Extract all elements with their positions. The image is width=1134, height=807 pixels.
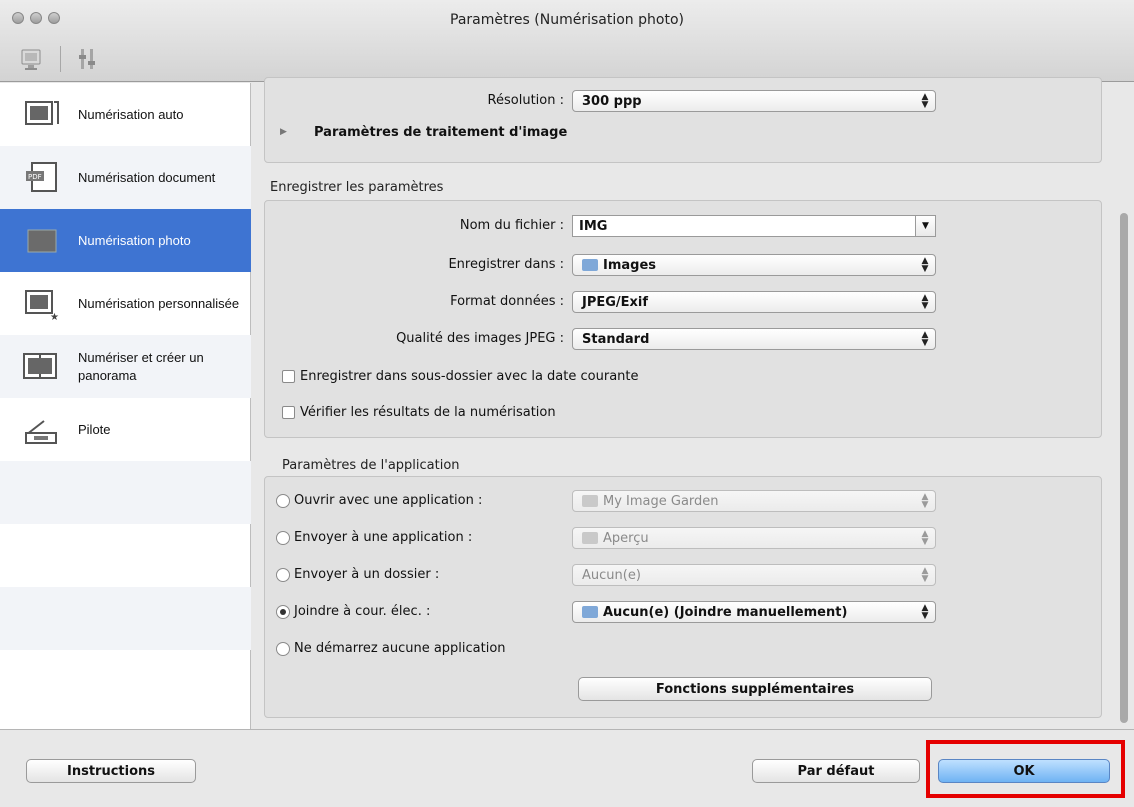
- format-value: JPEG/Exif: [582, 294, 649, 310]
- sidebar-empty-row: [0, 587, 251, 650]
- general-settings-icon[interactable]: [76, 46, 100, 72]
- select-arrows-icon: ▲ ▼: [921, 492, 929, 510]
- toolbar-separator: [60, 46, 61, 72]
- defaults-button[interactable]: Par défaut: [752, 759, 920, 783]
- select-arrows-icon: ▲ ▼: [921, 330, 929, 348]
- sidebar-item-label: Numérisation personnalisée: [78, 295, 240, 311]
- image-processing-toggle[interactable]: Paramètres de traitement d'image: [314, 125, 567, 140]
- driver-icon: [25, 419, 57, 444]
- svg-text:PDF: PDF: [28, 173, 42, 181]
- send-to-app-select[interactable]: Aperçu ▲ ▼: [572, 527, 936, 549]
- custom-scan-icon: ★: [25, 289, 59, 321]
- settings-panel: Résolution : 300 ppp ▲ ▼ ▶ Paramètres de …: [252, 77, 1134, 729]
- radio-button[interactable]: [276, 493, 290, 508]
- sidebar-item-panorama[interactable]: Numériser et créer un panorama: [0, 335, 251, 398]
- checkbox-box[interactable]: [282, 370, 295, 383]
- no-app-radio[interactable]: Ne démarrez aucune application: [276, 641, 506, 656]
- send-to-folder-select[interactable]: Aucun(e) ▲ ▼: [572, 564, 936, 586]
- verify-results-checkbox[interactable]: Vérifier les résultats de la numérisatio…: [282, 405, 556, 420]
- window-title: Paramètres (Numérisation photo): [450, 12, 684, 28]
- sidebar-item-label: Numériser et créer un panorama: [78, 349, 204, 383]
- sidebar-item-label: Pilote: [78, 421, 111, 437]
- send-to-folder-value: Aucun(e): [582, 567, 641, 583]
- scan-type-sidebar: Numérisation auto PDF Numérisation docum…: [0, 83, 251, 729]
- open-with-app-value: My Image Garden: [603, 493, 719, 509]
- resolution-label: Résolution :: [487, 93, 564, 108]
- radio-button[interactable]: [276, 567, 290, 582]
- jpeg-quality-select[interactable]: Standard ▲ ▼: [572, 328, 936, 350]
- folder-icon: [582, 259, 598, 271]
- radio-button[interactable]: [276, 604, 290, 619]
- document-scan-icon: PDF: [26, 161, 57, 192]
- sidebar-item-document-scan[interactable]: PDF Numérisation document: [0, 146, 251, 209]
- send-to-folder-radio[interactable]: Envoyer à un dossier :: [276, 567, 439, 582]
- sidebar-item-custom-scan[interactable]: ★ Numérisation personnalisée: [0, 272, 251, 335]
- checkbox-box[interactable]: [282, 406, 295, 419]
- title-bar: Paramètres (Numérisation photo): [0, 0, 1134, 82]
- my-image-garden-icon: [582, 495, 598, 507]
- sidebar-item-auto-scan[interactable]: Numérisation auto: [0, 83, 251, 146]
- svg-text:★: ★: [50, 312, 59, 321]
- select-arrows-icon: ▲ ▼: [921, 293, 929, 311]
- subfolder-checkbox[interactable]: Enregistrer dans sous-dossier avec la da…: [282, 369, 639, 384]
- save-in-select[interactable]: Images ▲ ▼: [572, 254, 936, 276]
- preview-app-icon: [582, 532, 598, 544]
- format-label: Format données :: [450, 294, 564, 309]
- folder-icon: [582, 606, 598, 618]
- sidebar-empty-row: [0, 524, 251, 587]
- select-arrows-icon: ▲ ▼: [921, 566, 929, 584]
- chevron-down-icon[interactable]: ▼: [915, 216, 935, 236]
- disclosure-triangle-icon[interactable]: ▶: [280, 127, 287, 137]
- auto-scan-icon: [25, 100, 59, 125]
- format-select[interactable]: JPEG/Exif ▲ ▼: [572, 291, 936, 313]
- jpeg-quality-label: Qualité des images JPEG :: [396, 331, 564, 346]
- radio-button[interactable]: [276, 641, 290, 656]
- resolution-value: 300 ppp: [582, 93, 642, 109]
- save-settings-title: Enregistrer les paramètres: [270, 180, 444, 195]
- send-to-app-label: Envoyer à une application :: [294, 530, 473, 545]
- resolution-select[interactable]: 300 ppp ▲ ▼: [572, 90, 936, 112]
- open-with-app-select[interactable]: My Image Garden ▲ ▼: [572, 490, 936, 512]
- instructions-button[interactable]: Instructions: [26, 759, 196, 783]
- attach-email-radio[interactable]: Joindre à cour. élec. :: [276, 604, 430, 619]
- sidebar-item-driver[interactable]: Pilote: [0, 398, 251, 461]
- sidebar-item-label: Numérisation photo: [78, 232, 191, 248]
- send-to-folder-label: Envoyer à un dossier :: [294, 567, 440, 582]
- jpeg-quality-value: Standard: [582, 331, 650, 347]
- save-in-value: Images: [603, 257, 657, 273]
- more-functions-button[interactable]: Fonctions supplémentaires: [578, 677, 932, 701]
- send-to-app-radio[interactable]: Envoyer à une application :: [276, 530, 472, 545]
- footer-divider: [0, 729, 1134, 730]
- filename-value: IMG: [579, 218, 608, 234]
- sidebar-item-photo-scan[interactable]: Numérisation photo: [0, 209, 251, 272]
- save-in-label: Enregistrer dans :: [448, 257, 564, 272]
- attach-email-value: Aucun(e) (Joindre manuellement): [603, 604, 848, 620]
- vertical-scrollbar[interactable]: [1120, 213, 1128, 723]
- panorama-icon: [23, 352, 57, 379]
- select-arrows-icon: ▲ ▼: [921, 92, 929, 110]
- sidebar-empty-row: [0, 650, 251, 713]
- sidebar-item-label: Numérisation document: [78, 169, 216, 185]
- photo-scan-icon: [27, 229, 57, 252]
- select-arrows-icon: ▲ ▼: [921, 603, 929, 621]
- sidebar-item-label: Numérisation auto: [78, 106, 184, 122]
- select-arrows-icon: ▲ ▼: [921, 256, 929, 274]
- scan-from-computer-icon[interactable]: [20, 46, 44, 72]
- verify-checkbox-label: Vérifier les résultats de la numérisatio…: [300, 405, 556, 420]
- select-arrows-icon: ▲ ▼: [921, 529, 929, 547]
- open-with-app-radio[interactable]: Ouvrir avec une application :: [276, 493, 482, 508]
- no-app-label: Ne démarrez aucune application: [294, 641, 506, 656]
- filename-label: Nom du fichier :: [459, 218, 564, 233]
- ok-button-highlight: [926, 740, 1125, 798]
- attach-email-label: Joindre à cour. élec. :: [294, 604, 431, 619]
- subfolder-checkbox-label: Enregistrer dans sous-dossier avec la da…: [300, 369, 639, 384]
- radio-button[interactable]: [276, 530, 290, 545]
- send-to-app-value: Aperçu: [603, 530, 649, 546]
- app-settings-title: Paramètres de l'application: [282, 458, 460, 473]
- sidebar-empty-row: [0, 461, 251, 524]
- open-with-app-label: Ouvrir avec une application :: [294, 493, 483, 508]
- attach-email-select[interactable]: Aucun(e) (Joindre manuellement) ▲ ▼: [572, 601, 936, 623]
- filename-combobox[interactable]: IMG ▼: [572, 215, 936, 237]
